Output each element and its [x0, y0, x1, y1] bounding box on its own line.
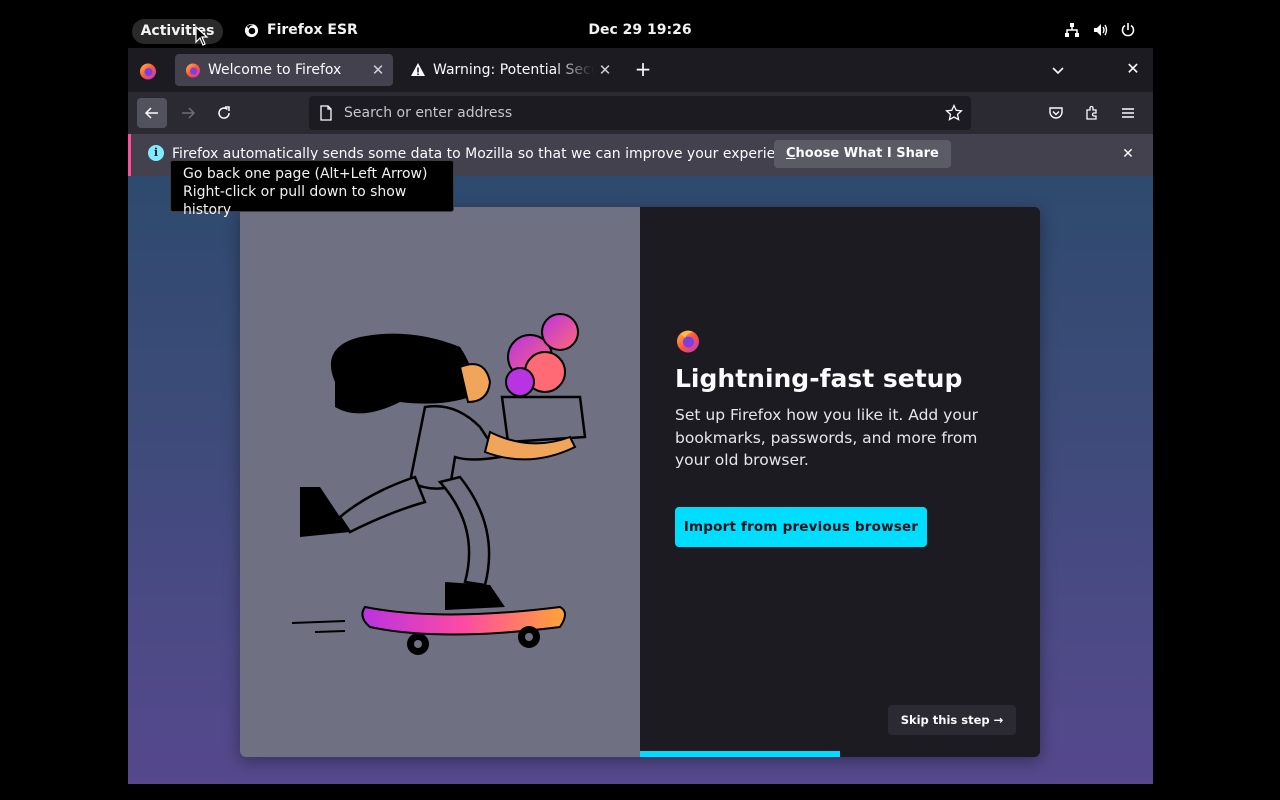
forward-arrow-icon — [182, 107, 196, 119]
firefox-icon — [186, 63, 200, 78]
power-icon[interactable] — [1120, 22, 1136, 38]
tab-strip: Welcome to Firefox ✕ Warning: Potential … — [128, 48, 1153, 92]
url-bar[interactable] — [309, 96, 971, 130]
tooltip-line-1: Go back one page (Alt+Left Arrow) — [183, 166, 428, 182]
app-menu-button[interactable] — [1113, 98, 1143, 128]
tab-title: Warning: Potential Security Risk Ahead — [433, 62, 594, 78]
warning-icon — [411, 63, 425, 76]
arrow-right-icon: → — [993, 713, 1004, 727]
onboarding-card: Lightning-fast setup Set up Firefox how … — [240, 207, 1040, 757]
illustration-graphic — [291, 313, 587, 655]
bookmark-star-icon[interactable] — [945, 104, 963, 122]
pocket-icon — [1049, 107, 1063, 119]
close-notification-icon[interactable]: ✕ — [1118, 144, 1138, 164]
new-tab-button[interactable]: + — [631, 58, 655, 82]
close-tab-icon[interactable]: ✕ — [594, 61, 616, 79]
back-arrow-icon — [144, 107, 158, 119]
onboarding-content: Lightning-fast setup Set up Firefox how … — [640, 207, 1040, 757]
tab-warning[interactable]: Warning: Potential Security Risk Ahead ✕ — [400, 54, 620, 86]
network-icon[interactable] — [1064, 22, 1080, 38]
volume-icon[interactable] — [1092, 22, 1108, 38]
tab-welcome[interactable]: Welcome to Firefox ✕ — [175, 54, 393, 86]
page-icon — [320, 105, 332, 121]
mouse-pointer-icon — [195, 26, 209, 46]
app-menu-button[interactable]: Firefox ESR — [244, 22, 358, 38]
onboarding-heading: Lightning-fast setup — [675, 364, 963, 393]
address-input[interactable] — [344, 105, 945, 121]
back-button[interactable] — [137, 98, 167, 128]
extensions-button[interactable] — [1077, 98, 1107, 128]
tab-title: Welcome to Firefox — [208, 62, 342, 78]
skip-step-button[interactable]: Skip this step → — [888, 705, 1016, 735]
onboarding-subtitle: Set up Firefox how you like it. Add your… — [675, 406, 979, 469]
firefox-logo-icon — [677, 330, 699, 353]
desktop: Activities Firefox ESR Dec 29 19:26 Welc… — [0, 0, 1280, 800]
app-name-label: Firefox ESR — [267, 22, 358, 38]
pocket-button[interactable] — [1041, 98, 1071, 128]
progress-fill — [640, 751, 840, 757]
info-icon: i — [148, 145, 164, 161]
accesskey-letter: C — [786, 146, 796, 161]
navigation-toolbar — [128, 92, 1153, 134]
forward-button[interactable] — [173, 98, 203, 128]
import-browser-button[interactable]: Import from previous browser — [675, 507, 927, 547]
tooltip-line-2: Right-click or pull down to show history — [183, 184, 407, 218]
reload-icon — [218, 106, 230, 119]
puzzle-icon — [1086, 105, 1097, 120]
choose-what-i-share-button[interactable]: Choose What I Share — [774, 140, 951, 168]
activities-button[interactable]: Activities — [132, 19, 223, 44]
firefox-window: Welcome to Firefox ✕ Warning: Potential … — [128, 48, 1153, 784]
skateboarder-illustration — [240, 207, 640, 757]
reload-button[interactable] — [209, 98, 239, 128]
button-label-rest: hoose What I Share — [795, 146, 939, 161]
window-close-icon[interactable]: ✕ — [1123, 59, 1143, 79]
firefox-app-icon — [244, 23, 259, 37]
close-tab-icon[interactable]: ✕ — [367, 61, 389, 79]
hamburger-menu-icon — [1122, 108, 1134, 118]
page-content: Lightning-fast setup Set up Firefox how … — [128, 176, 1153, 784]
list-all-tabs-icon[interactable] — [1048, 60, 1068, 80]
back-button-tooltip: Go back one page (Alt+Left Arrow) Right-… — [170, 160, 454, 218]
onboarding-progress — [640, 751, 1040, 757]
firefox-view-icon[interactable] — [139, 62, 157, 80]
clock[interactable]: Dec 29 19:26 — [560, 22, 720, 38]
skip-label: Skip this step — [900, 713, 990, 727]
system-tray[interactable] — [1064, 22, 1136, 38]
